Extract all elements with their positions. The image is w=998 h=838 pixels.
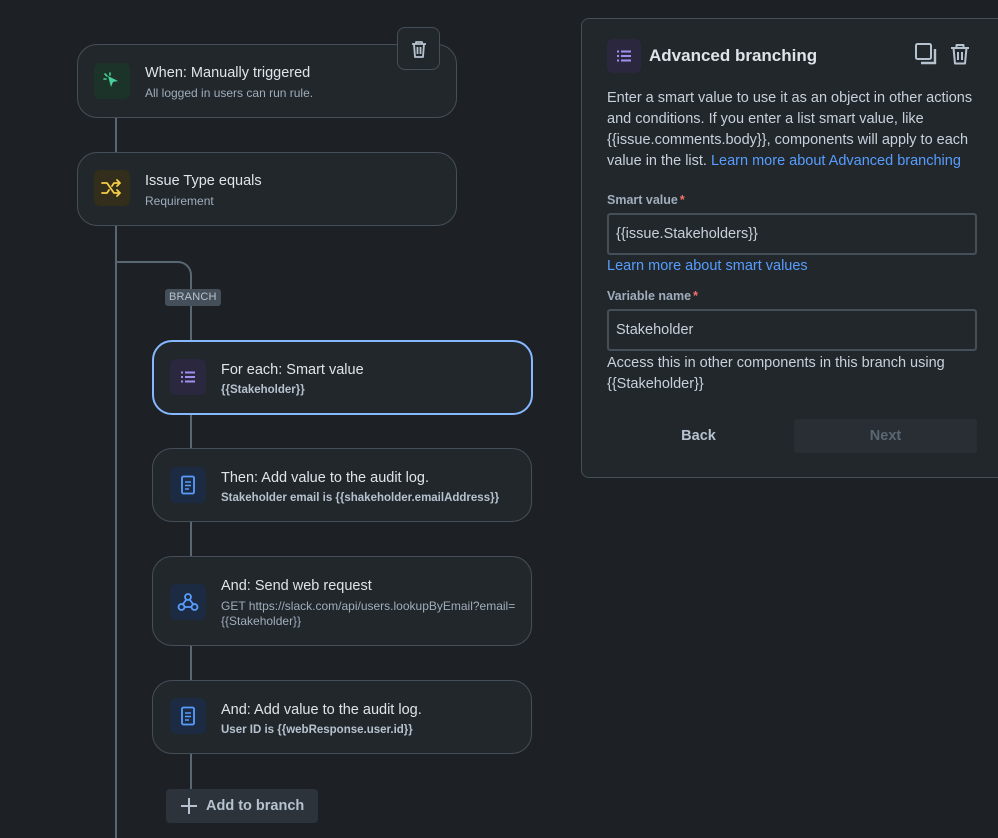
action-2-subtitle-line1: GET https://slack.com/api/users.lookupBy… [221, 599, 516, 613]
condition-title: Issue Type equals [145, 173, 262, 189]
variable-name-label-text: Variable name [607, 289, 692, 303]
list-icon [170, 359, 206, 395]
next-button[interactable]: Next [794, 419, 977, 453]
action-2-title: And: Send web request [221, 578, 372, 594]
action-2-subtitle-line2: {{Stakeholder}} [221, 614, 302, 628]
shuffle-icon [94, 170, 130, 206]
action-3-title: And: Add value to the audit log. [221, 702, 422, 718]
required-marker: * [679, 193, 685, 207]
learn-advanced-branching-link[interactable]: Learn more about Advanced branching [711, 153, 961, 169]
variable-hint: Access this in other components in this … [607, 355, 945, 392]
branch-subtitle: {{Stakeholder}} [221, 384, 305, 396]
add-to-branch-button[interactable]: Add to branch [166, 789, 318, 823]
required-marker: * [693, 289, 698, 303]
document-icon [170, 467, 206, 503]
duplicate-button[interactable] [912, 40, 940, 68]
learn-smart-values-link[interactable]: Learn more about smart values [607, 258, 808, 274]
action-3-subtitle: User ID is {{webResponse.user.id}} [221, 724, 413, 736]
list-icon [607, 39, 641, 73]
document-icon [170, 698, 206, 734]
trigger-subtitle: All logged in users can run rule. [145, 86, 314, 100]
cursor-click-icon [94, 63, 130, 99]
trash-icon [411, 40, 426, 58]
branch-title: For each: Smart value [221, 362, 364, 378]
trigger-title: When: Manually triggered [145, 65, 311, 81]
condition-card[interactable] [77, 152, 457, 226]
back-button[interactable]: Back [607, 419, 790, 453]
trash-icon [951, 44, 969, 65]
smart-value-label-text: Smart value [607, 193, 678, 207]
webhook-icon [170, 584, 206, 620]
smart-value-label: Smart value * [607, 193, 685, 207]
plus-icon [180, 797, 198, 815]
condition-subtitle: Requirement [145, 194, 214, 208]
copy-icon [915, 43, 937, 65]
panel-description: Enter a smart value to use it as an obje… [607, 88, 987, 172]
delete-trigger-button[interactable] [397, 27, 440, 70]
action-1-title: Then: Add value to the audit log. [221, 470, 429, 486]
delete-component-button[interactable] [946, 40, 974, 68]
add-to-branch-label: Add to branch [206, 798, 305, 814]
branch-badge: BRANCH [165, 289, 221, 306]
branch-connector-curve [160, 261, 192, 291]
variable-name-input[interactable] [607, 309, 977, 351]
panel-title: Advanced branching [649, 46, 818, 65]
variable-name-label: Variable name * [607, 289, 698, 303]
smart-value-input[interactable] [607, 213, 977, 255]
action-1-subtitle: Stakeholder email is {{shakeholder.email… [221, 492, 500, 504]
